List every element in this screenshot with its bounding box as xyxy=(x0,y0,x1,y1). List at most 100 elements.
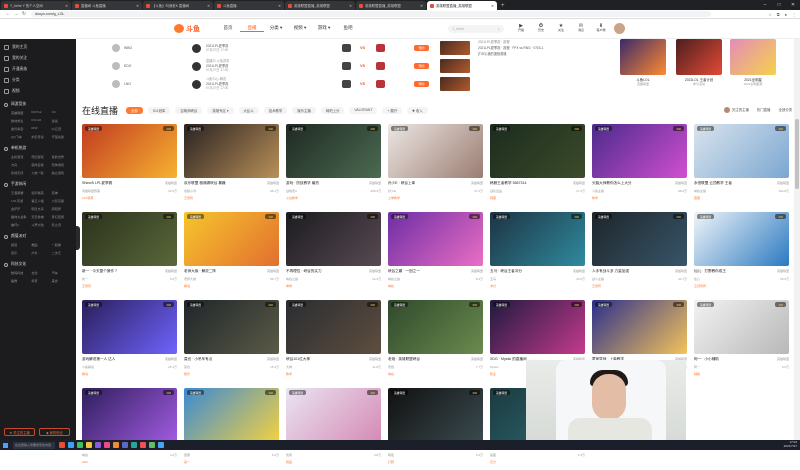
streamer-name[interactable]: 峡谷之巅 xyxy=(286,277,298,281)
nav-item[interactable]: 分类 ▾ xyxy=(264,25,288,32)
room-thumbnail[interactable]: 英雄联盟 300 xyxy=(82,124,177,178)
room-title[interactable]: 老炮 · 英雄联盟峡谷 xyxy=(388,357,469,362)
header-tool[interactable]: ★ 关注 xyxy=(554,24,568,32)
sidebar-category-link[interactable]: lol云顶 xyxy=(52,126,72,131)
header-tool[interactable]: ⏱ 历史 xyxy=(534,24,548,32)
sidebar-category-link[interactable]: 猫咪大战争 xyxy=(11,214,31,219)
live-room-card[interactable]: 英雄联盟300黑暗之夜英雄联盟暗夜2.6万打野 xyxy=(388,388,483,470)
live-room-card[interactable]: 英雄联盟 300 头脑大师教你怎么上大分 英雄联盟 斗鱼主播 98.4万 教学 xyxy=(592,124,687,206)
tab-close-icon[interactable]: ✕ xyxy=(278,4,281,8)
streamer-name[interactable]: 斗鱼主播 xyxy=(592,189,604,193)
profile-icon[interactable]: ● xyxy=(785,12,787,17)
sidebar-category-link[interactable]: 数码科技 xyxy=(11,270,31,275)
room-title[interactable]: 永恒联盟 云顶教学 王者 xyxy=(694,181,775,186)
sidebar-category-link[interactable]: LOL手游 xyxy=(11,198,31,203)
filter-chip[interactable]: + 展开 xyxy=(382,106,403,114)
room-thumbnail[interactable]: 英雄联盟 300 xyxy=(82,388,177,442)
room-title[interactable]: 游戏解说第一人 达人 xyxy=(82,357,163,362)
room-thumbnail[interactable]: 英雄联盟 300 xyxy=(694,212,789,266)
live-room-card[interactable]: 英雄联盟300国服第一英雄联盟国服6.4万第一 xyxy=(184,388,279,470)
sidebar-category-link[interactable]: 户外 xyxy=(31,250,51,255)
sidebar-category-link[interactable]: 影之诗 xyxy=(52,222,72,227)
streamer-avatar[interactable] xyxy=(192,79,201,89)
sidebar-bottom-button[interactable]: ★ 关注的主播 xyxy=(4,428,35,436)
search-icon[interactable]: ⌕ xyxy=(498,27,500,31)
taskbar-search[interactable]: 在这里输入你要搜索的内容 xyxy=(13,441,55,449)
filter-chip[interactable]: 全部 xyxy=(126,106,143,114)
sidebar-category-link[interactable]: DNF xyxy=(31,126,51,131)
room-thumbnail[interactable]: 英雄联盟 300 xyxy=(184,388,279,442)
live-header-link[interactable]: 关注的主播 xyxy=(723,107,749,114)
tab-close-icon[interactable]: ✕ xyxy=(136,4,139,8)
sidebar-category-link[interactable]: 使命召唤 xyxy=(31,162,51,167)
live-room-card[interactable]: 英雄联盟 300 峡谷101位大神 英雄联盟 大神 11.8万 教学 xyxy=(286,300,381,382)
header-tool[interactable]: ✉ 消息 xyxy=(574,24,588,32)
room-tag[interactable]: 峡谷 xyxy=(388,284,483,288)
sidebar-category-link[interactable]: 守望先锋 xyxy=(52,134,72,139)
sidebar-category-link[interactable]: 汽车 xyxy=(52,270,72,275)
filter-chip[interactable]: S11冠军 xyxy=(147,106,171,114)
sidebar-bottom-button[interactable]: ◆ 我的粉丝 xyxy=(39,428,70,436)
taskbar-app-icon[interactable] xyxy=(140,442,146,448)
live-room-card[interactable]: 英雄联盟 300 SNewS LPL夏季赛 英雄联盟 英雄联盟赛事 32.5万 LPL联赛 xyxy=(82,124,177,206)
streamer-name[interactable]: 老炮 xyxy=(388,365,394,369)
browser-tab[interactable]: 英雄联盟直播_英雄联盟 ✕ xyxy=(356,1,426,10)
streamer-name[interactable]: Mystic xyxy=(490,365,499,369)
sidebar-category-link[interactable]: CS:GO xyxy=(31,118,51,123)
live-room-card[interactable]: 英雄联盟 300 莫也 · 小吊车有点 英雄联盟 莫也 15.3万 娱乐 xyxy=(184,300,279,382)
room-tag[interactable]: 娱乐 xyxy=(184,372,279,376)
room-thumbnail[interactable]: 英雄联盟 300 xyxy=(490,212,585,266)
schedule-thumbnail[interactable] xyxy=(440,59,470,73)
sidebar-category-link[interactable]: 王者荣耀 xyxy=(11,190,31,195)
browser-tab[interactable]: 斗鱼直播 ✕ xyxy=(214,1,284,10)
tab-close-icon[interactable]: ✕ xyxy=(207,4,210,8)
douyu-logo[interactable]: 斗鱼 xyxy=(174,23,204,34)
room-title[interactable]: 峡谷101位大神 xyxy=(286,357,367,362)
sidebar-category-link[interactable]: 一起看 xyxy=(52,242,72,247)
room-tag[interactable]: 舞蹈 xyxy=(286,460,381,464)
schedule-thumbnail[interactable] xyxy=(440,41,470,55)
extension-icon[interactable]: ⧉ xyxy=(777,12,780,17)
sidebar-collapse-handle[interactable] xyxy=(76,226,80,250)
browser-tab[interactable]: Y_hehe Y 的个人空间 ✕ xyxy=(1,1,71,10)
room-title[interactable]: 峡谷之巅 · 一回之一 xyxy=(388,269,469,274)
room-thumbnail[interactable]: 英雄联盟 300 xyxy=(388,388,483,442)
live-room-card[interactable]: 英雄联盟 300 五马 · 峡谷王者冲分 英雄联盟 五马 32.6万 冲分 xyxy=(490,212,585,294)
streamer-name[interactable]: 战斗主播 xyxy=(592,277,604,281)
streamer-name[interactable]: 国服 xyxy=(184,453,190,457)
room-tag[interactable]: 王者局 xyxy=(592,284,687,288)
live-room-card[interactable]: 英雄联盟 300 欢乐联盟 雅典娜峡谷 暴躁 英雄联盟 暴躁小诗 98.1万 王者局 xyxy=(184,124,279,206)
header-tool[interactable]: ▶ 开播 xyxy=(514,24,528,32)
streamer-name[interactable]: 仙儿 xyxy=(694,277,700,281)
sidebar-category-link[interactable]: 主机游戏 xyxy=(11,154,31,159)
streamer-name[interactable]: 舞者 xyxy=(286,453,292,457)
filter-chip[interactable]: 网吧上分 xyxy=(320,106,345,114)
forward-icon[interactable]: → xyxy=(12,11,20,17)
room-tag[interactable]: 打野 xyxy=(388,460,483,464)
tab-close-icon[interactable]: ✕ xyxy=(65,4,68,8)
live-room-card[interactable]: 英雄联盟300舞者 · 跳舞英雄联盟舞者3.8万舞蹈 xyxy=(286,388,381,470)
room-title[interactable]: 新一 · 今天整个操作 7 xyxy=(82,269,163,274)
live-room-card[interactable]: 英雄联盟 300 孙少E · 峡谷上单 英雄联盟 孙少E 47.2万 上单教学 xyxy=(388,124,483,206)
room-tag[interactable]: LPL联赛 xyxy=(82,196,177,200)
sidebar-category-link[interactable]: CF xyxy=(52,110,72,115)
streamer-name[interactable]: 大神 xyxy=(286,365,292,369)
filter-chip[interactable]: VALORANT xyxy=(349,106,378,114)
browser-tab[interactable]: 【斗鱼】叫我老K 直播间 ✕ xyxy=(143,1,213,10)
sidebar-category-link[interactable]: 崩坏3 xyxy=(11,222,31,227)
room-thumbnail[interactable]: 英雄联盟 300 xyxy=(694,124,789,178)
sidebar-category-link[interactable]: 鱼教 xyxy=(11,278,31,283)
live-room-card[interactable]: 英雄联盟 300 游戏 · 防蚊教学 最热 英雄联盟 战地老A 296.4万 小白教学 xyxy=(286,124,381,206)
sidebar-category-link[interactable]: 明日方舟 xyxy=(31,206,51,211)
room-thumbnail[interactable]: 英雄联盟 300 xyxy=(388,124,483,178)
tab-close-icon[interactable]: ✕ xyxy=(491,4,494,8)
room-tag[interactable]: ADC xyxy=(82,460,177,464)
room-title[interactable]: 韩服王者教学 3567314 xyxy=(490,181,571,186)
live-header-link[interactable]: 全部分类 xyxy=(778,107,792,112)
room-title[interactable]: 欢乐联盟 雅典娜峡谷 暴躁 xyxy=(184,181,265,186)
room-thumbnail[interactable]: 英雄联盟 300 xyxy=(82,300,177,354)
sidebar-category-link[interactable]: 颜值 xyxy=(11,242,31,247)
sidebar-category-link[interactable]: 天天象棋 xyxy=(31,214,51,219)
room-thumbnail[interactable]: 英雄联盟 300 xyxy=(286,388,381,442)
avatar[interactable] xyxy=(614,23,625,34)
